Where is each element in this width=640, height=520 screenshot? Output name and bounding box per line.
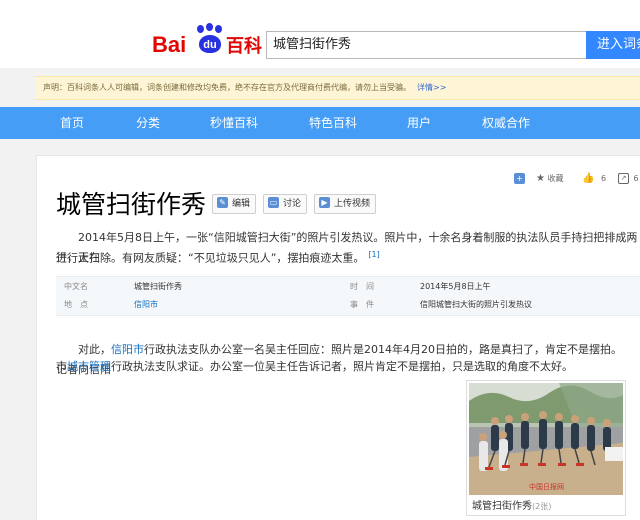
info-time-label: 时 间	[350, 282, 374, 291]
collect-button[interactable]: ★ 收藏	[536, 172, 564, 186]
info-name-value: 城管扫街作秀	[134, 282, 182, 291]
play-icon: ▶	[319, 197, 330, 208]
info-name-label: 中文名	[64, 282, 88, 291]
info-place-link[interactable]: 信阳市	[134, 300, 158, 309]
upload-video-button[interactable]: ▶ 上传视频	[314, 194, 377, 214]
summary-line-2: 进行大扫除。有网友质疑：“不见垃圾只见人”，摆拍痕迹太重。 [1]	[56, 250, 380, 265]
share-icon: ↗	[618, 173, 629, 184]
logo-baike-text: 百科	[226, 36, 262, 57]
main-nav: 首页 分类 秒懂百科 特色百科 用户 权威合作	[0, 107, 640, 139]
logo-bai-text: Bai	[152, 32, 187, 57]
nav-item-authority[interactable]: 权威合作	[482, 107, 530, 139]
collect-label: 收藏	[547, 174, 564, 183]
info-time-value: 2014年5月8日上午	[420, 282, 491, 291]
star-icon: ★	[536, 173, 545, 184]
pencil-icon: ✎	[217, 197, 228, 208]
photo-album[interactable]: 中国日报网	[466, 380, 626, 516]
thumbs-up-icon: 👍	[582, 173, 595, 184]
reference-link[interactable]: [1]	[368, 250, 379, 259]
info-place-value: 信阳市	[134, 299, 158, 311]
street-sweeping-photo[interactable]: 中国日报网	[469, 383, 623, 495]
chat-icon: ▭	[268, 197, 279, 208]
nav-item-home[interactable]: 首页	[60, 107, 84, 139]
nav-item-featured[interactable]: 特色百科	[309, 107, 357, 139]
nav-item-category[interactable]: 分类	[136, 107, 160, 139]
like-button[interactable]: 👍 6	[582, 172, 606, 186]
notice-text: 声明：百科词条人人可编辑，词条创建和修改均免费，绝不存在官方及代理商付费代编，请…	[43, 83, 411, 92]
notice-details-link[interactable]: 详情>>	[417, 83, 446, 92]
share-button[interactable]: ↗ 6	[618, 172, 639, 186]
page-title: 城管扫街作秀	[56, 190, 207, 219]
search-input[interactable]: 城管扫街作秀	[266, 31, 586, 59]
add-icon[interactable]: +	[514, 173, 525, 184]
photo-caption: 城管扫街作秀(2张)	[472, 497, 551, 512]
edit-button[interactable]: ✎ 编辑	[212, 194, 257, 214]
xinyang-link[interactable]: 信阳市	[111, 343, 144, 356]
info-event-label: 事 件	[350, 300, 374, 309]
discuss-button[interactable]: ▭ 讨论	[263, 194, 308, 214]
notice-bar: 声明：百科词条人人可编辑，词条创建和修改均免费，绝不存在官方及代理商付费代编，请…	[35, 76, 640, 100]
actions-bar: +	[514, 172, 525, 186]
header: Bai du 百科 城管扫街作秀 进入词条	[0, 0, 640, 68]
city-management-link[interactable]: 城市管理	[67, 360, 111, 373]
enter-entry-button[interactable]: 进入词条	[586, 31, 640, 59]
info-place-label: 地 点	[64, 300, 88, 309]
photo-watermark: 中国日报网	[529, 482, 564, 491]
nav-item-user[interactable]: 用户	[407, 107, 431, 139]
album-count: (2张)	[532, 502, 552, 511]
info-event-value: 信阳城管扫大街的照片引发热议	[420, 300, 532, 309]
like-count: 6	[601, 174, 607, 183]
nav-item-video[interactable]: 秒懂百科	[210, 107, 258, 139]
paw-icon: du	[194, 23, 224, 55]
album-title[interactable]: 城管扫街作秀	[472, 501, 532, 512]
body-line-2: 市城市管理行政执法支队求证。办公室一位吴主任告诉记者，照片肯定不是摆拍，只是选取…	[56, 360, 573, 373]
